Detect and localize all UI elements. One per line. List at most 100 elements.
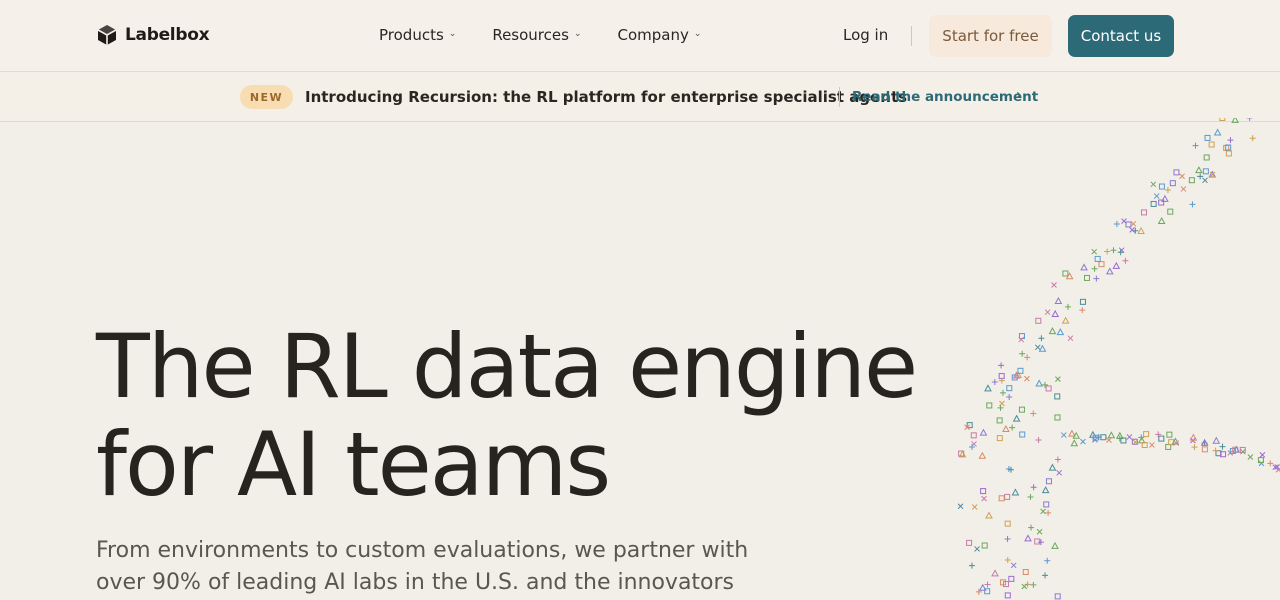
scatter-particle bbox=[998, 362, 1005, 369]
scatter-particle bbox=[1056, 469, 1063, 476]
labelbox-cube-icon bbox=[97, 25, 117, 45]
scatter-particle bbox=[1094, 255, 1101, 262]
scatter-particle bbox=[1054, 393, 1061, 400]
scatter-particle bbox=[1173, 169, 1180, 176]
scatter-particle bbox=[996, 435, 1003, 442]
scatter-particle bbox=[1045, 478, 1052, 485]
logo-link[interactable]: Labelbox bbox=[97, 24, 210, 46]
menu-company-label: Company bbox=[617, 26, 689, 44]
hero-subtitle-line2: over 90% of leading AI labs in the U.S. … bbox=[96, 570, 735, 595]
scatter-particle bbox=[1122, 257, 1129, 264]
scatter-particle bbox=[1028, 524, 1035, 531]
scatter-particle bbox=[1105, 267, 1114, 275]
scatter-particle bbox=[1149, 442, 1155, 448]
scatter-particle bbox=[980, 488, 987, 495]
scatter-particle bbox=[1054, 297, 1063, 305]
announcement-divider bbox=[839, 87, 840, 107]
scatter-particle bbox=[1006, 385, 1013, 392]
scatter-particle bbox=[1065, 303, 1072, 310]
scatter-particle bbox=[1202, 177, 1208, 184]
scatter-particle bbox=[1068, 429, 1076, 437]
scatter-particle bbox=[1112, 261, 1121, 269]
hero-title-line2: for AI teams bbox=[96, 413, 611, 516]
chevron-right-icon: › bbox=[1016, 87, 1022, 103]
scatter-particle bbox=[1192, 142, 1199, 149]
scatter-particle bbox=[1195, 166, 1203, 174]
scatter-particle bbox=[981, 542, 988, 549]
scatter-particle bbox=[1041, 486, 1050, 494]
scatter-particle bbox=[1189, 201, 1196, 208]
scatter-particle bbox=[1104, 248, 1111, 255]
logo-text: Labelbox bbox=[125, 25, 210, 45]
scatter-particle bbox=[1019, 350, 1026, 357]
scatter-particle bbox=[1213, 128, 1222, 136]
hero-title-line1: The RL data engine bbox=[96, 315, 918, 418]
menu-resources[interactable]: Resources ⌄ bbox=[492, 26, 581, 44]
scatter-particle bbox=[1048, 463, 1057, 471]
scatter-particle bbox=[1143, 431, 1150, 438]
scatter-particle bbox=[986, 402, 993, 409]
scatter-particle bbox=[1004, 493, 1011, 500]
scatter-particle bbox=[1219, 118, 1226, 122]
scatter-particle bbox=[1018, 333, 1025, 340]
menu-products-label: Products bbox=[379, 26, 444, 44]
scatter-particle bbox=[1158, 435, 1165, 442]
scatter-particle bbox=[1024, 375, 1030, 382]
scatter-particle bbox=[1091, 265, 1098, 272]
scatter-particle bbox=[1021, 583, 1028, 590]
hero-subtitle: From environments to custom evaluations,… bbox=[96, 535, 756, 599]
scatter-particle bbox=[1158, 183, 1165, 190]
scatter-particle bbox=[1054, 414, 1061, 421]
scatter-particle bbox=[974, 546, 980, 552]
scatter-particle bbox=[1246, 118, 1253, 121]
scatter-particle bbox=[1054, 593, 1061, 600]
scatter-particle bbox=[1161, 194, 1169, 202]
scatter-particle bbox=[1044, 557, 1051, 564]
scatter-particle bbox=[1202, 168, 1209, 175]
menu-products[interactable]: Products ⌄ bbox=[379, 26, 456, 44]
scatter-particle bbox=[1010, 562, 1017, 569]
scatter-particle bbox=[1030, 581, 1037, 588]
scatter-particle bbox=[970, 432, 977, 439]
scatter-particle bbox=[984, 384, 992, 392]
scatter-particle bbox=[1038, 335, 1045, 342]
scatter-particle bbox=[1091, 248, 1098, 255]
scatter-particle bbox=[1024, 354, 1031, 361]
scatter-particle bbox=[1153, 193, 1160, 199]
scatter-particle bbox=[1164, 186, 1171, 193]
start-for-free-button[interactable]: Start for free bbox=[929, 15, 1052, 57]
scatter-particle bbox=[968, 443, 975, 450]
scatter-particle bbox=[1247, 454, 1254, 460]
scatter-particle bbox=[1041, 381, 1048, 388]
scatter-particle bbox=[1012, 414, 1021, 422]
contact-us-button[interactable]: Contact us bbox=[1068, 15, 1174, 57]
scatter-particle bbox=[1061, 316, 1070, 324]
scatter-particle bbox=[1219, 443, 1226, 450]
scatter-particle bbox=[1024, 534, 1032, 542]
scatter-particle bbox=[957, 503, 964, 510]
menu-company[interactable]: Company ⌄ bbox=[617, 26, 701, 44]
scatter-particle bbox=[985, 511, 993, 519]
scatter-particle bbox=[1227, 137, 1234, 144]
scatter-particle bbox=[1067, 335, 1074, 342]
scatter-particle bbox=[1030, 484, 1037, 491]
scatter-particle bbox=[996, 417, 1003, 424]
login-link[interactable]: Log in bbox=[843, 26, 888, 44]
chevron-down-icon: ⌄ bbox=[693, 29, 702, 39]
scatter-particle bbox=[1180, 186, 1187, 192]
scatter-particle bbox=[1093, 275, 1100, 282]
scatter-particle bbox=[1098, 261, 1105, 268]
scatter-particle bbox=[1008, 575, 1015, 582]
scatter-particle bbox=[1208, 141, 1215, 148]
scatter-particle bbox=[1080, 438, 1086, 445]
scatter-particle bbox=[1051, 282, 1057, 288]
scatter-particle bbox=[1203, 154, 1210, 161]
scatter-particle bbox=[1267, 460, 1274, 467]
scatter-particle bbox=[1036, 528, 1043, 535]
scatter-particle bbox=[1048, 327, 1057, 335]
scatter-particle bbox=[1056, 328, 1065, 336]
scatter-particle bbox=[1002, 425, 1010, 433]
scatter-particle bbox=[1240, 448, 1246, 455]
read-announcement-link[interactable]: Read the announcement bbox=[852, 89, 1038, 105]
scatter-particle bbox=[1002, 581, 1009, 588]
